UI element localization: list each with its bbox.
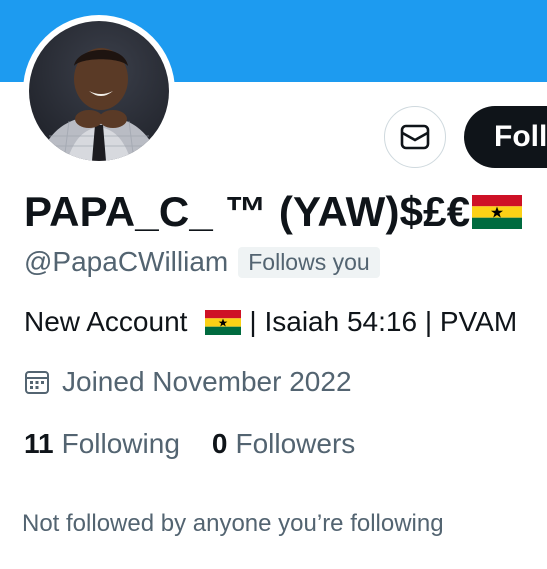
followers-count: 0 [211,428,228,459]
followers-label: Followers [235,428,356,459]
follow-button-label: Follow [494,120,547,153]
bio-text-end: | Isaiah 54:16 | PVAM [249,306,518,337]
bio-text-start: New Account [24,306,188,337]
followers-link[interactable]: 0 Followers [212,428,355,460]
envelope-icon [400,124,430,150]
profile-bio: New Account | Isaiah 54:16 | PVAM [24,306,517,338]
follows-you-badge: Follows you [238,246,380,278]
profile-name-row: PAPA_C_ ™ (YAW)$£€ [24,188,523,236]
handle-row: @PapaCWilliam Follows you [24,246,380,278]
joined-date-row: Joined November 2022 [24,366,352,398]
calendar-icon [25,371,49,394]
profile-handle: @PapaCWilliam [24,246,229,277]
ghana-flag-icon [205,309,242,335]
follow-button[interactable]: Follow [464,106,547,168]
avatar-photo [39,48,159,161]
message-button[interactable] [384,106,446,168]
follow-stats: 11 Following 0 Followers [24,428,355,460]
ghana-flag-icon [472,195,523,229]
joined-date: Joined November 2022 [62,366,352,397]
avatar-frame [23,15,175,167]
following-count: 11 [24,428,54,459]
following-label: Following [61,428,180,459]
display-name: PAPA_C_ ™ (YAW)$£€ [24,188,471,235]
avatar[interactable] [29,21,169,161]
profile-header: Follow PAPA_C_ ™ (YAW)$£€ @PapaCWilliam … [0,0,547,569]
following-link[interactable]: 11 Following [24,428,180,460]
mutual-followers-note: Not followed by anyone you’re following [22,510,444,537]
